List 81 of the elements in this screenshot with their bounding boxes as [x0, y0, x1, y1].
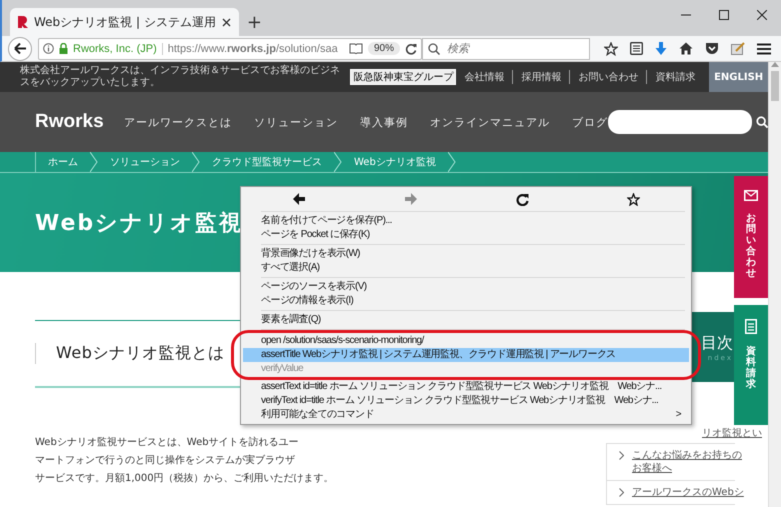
menu-item[interactable]: 利用可能な全てのコマンド >: [243, 408, 689, 422]
star-icon[interactable]: [627, 192, 640, 206]
search-icon: [428, 42, 440, 54]
menu-item[interactable]: すべて選択(A): [243, 261, 689, 275]
toc-link[interactable]: こんなお悩みをお持ちのお客様へ: [632, 449, 748, 475]
menu-item[interactable]: 要素を調査(Q): [243, 313, 689, 327]
nav-link[interactable]: ソリューション: [254, 114, 338, 130]
info-icon[interactable]: [43, 43, 54, 54]
chevron-icon: [192, 152, 200, 172]
search-field[interactable]: [608, 110, 752, 134]
browser-tab[interactable]: Webシナリオ監視 | システム運用: [10, 8, 239, 36]
toc-link[interactable]: リオ監視とい: [702, 426, 762, 440]
group-badge: 阪急阪神東宝グループ: [350, 69, 456, 85]
top-link[interactable]: お問い合わせ: [569, 70, 646, 84]
search-icon[interactable]: [756, 115, 768, 129]
chevron-icon: [619, 451, 624, 460]
star-icon[interactable]: [604, 42, 618, 56]
side-tab[interactable]: 資料請求: [734, 305, 768, 425]
menu-item[interactable]: ページの情報を表示(I): [243, 294, 689, 308]
paragraph-line: サービスです。月額1,000円（税抜）から、ご利用いただけます。: [35, 472, 335, 486]
reader-icon[interactable]: [348, 43, 363, 54]
paragraph-line: Webシナリオ監視サービスとは、Webサイトを訪れるユー: [35, 436, 300, 450]
maximize-icon[interactable]: [719, 10, 729, 20]
section-heading: Webシナリオ監視とは: [35, 343, 224, 364]
breadcrumb-link[interactable]: ホーム: [35, 152, 90, 172]
breadcrumb-link[interactable]: Webシナリオ監視: [342, 152, 448, 172]
favicon-icon: [18, 16, 28, 28]
menu-item[interactable]: ページを Pocket に保存(K): [243, 228, 689, 242]
menu-item[interactable]: assertTitle Webシナリオ監視 | システム運用監視、クラウド運用監視 | アールワークス: [243, 348, 689, 362]
menu-item[interactable]: open /solution/saas/s-scenario-monitoring/: [243, 334, 689, 348]
chevron-icon: [619, 488, 624, 497]
document-icon: [745, 319, 758, 334]
page-title: Webシナリオ監視: [35, 210, 244, 238]
chevron-icon: [90, 152, 98, 172]
menu-icon[interactable]: [757, 42, 771, 54]
url-text: https://www.rworks.jp/solution/saa: [168, 42, 338, 54]
nav-link[interactable]: ブログ: [572, 114, 608, 130]
home-icon[interactable]: [679, 42, 693, 55]
scrollbar[interactable]: [768, 62, 781, 507]
download-icon[interactable]: [655, 42, 667, 56]
close-icon[interactable]: [757, 10, 767, 20]
zoom-badge[interactable]: 90%: [368, 42, 400, 55]
top-link[interactable]: 会社情報: [456, 70, 512, 84]
chevron-icon: [334, 152, 342, 172]
toc-link[interactable]: アールワークスのWebシ: [632, 486, 748, 499]
nav-link[interactable]: 導入事例: [360, 114, 408, 130]
reload-icon[interactable]: [516, 192, 529, 206]
new-tab-button[interactable]: +: [238, 8, 270, 36]
envelope-icon: [744, 190, 758, 201]
paragraph-line: マートフォンで行うのと同じ操作をシステムが実ブラウザ: [35, 454, 296, 468]
back-icon[interactable]: [292, 193, 306, 205]
toc-title: 目次: [701, 332, 733, 354]
tagline: 株式会社アールワークスは、インフラ技術＆サービスでお客様のビジネスをバックアップいたします。: [20, 65, 341, 89]
lock-icon: [59, 43, 68, 54]
menu-item[interactable]: 背景画像だけを表示(W): [243, 247, 689, 261]
top-link[interactable]: 採用情報: [512, 70, 570, 84]
top-link[interactable]: 資料請求: [646, 70, 704, 84]
breadcrumb-link[interactable]: クラウド型監視サービス: [200, 152, 334, 172]
language-link[interactable]: ENGLISH: [709, 62, 768, 92]
note-icon[interactable]: [731, 42, 745, 55]
address-field[interactable]: Rworks, Inc. (JP) https://www.rworks.jp/solution/saa 90%: [38, 38, 422, 60]
submenu-arrow: >: [676, 408, 682, 422]
reading-list-icon[interactable]: [630, 42, 643, 55]
nav-link[interactable]: アールワークスとは: [124, 114, 232, 130]
site-identity[interactable]: Rworks, Inc. (JP): [73, 42, 163, 54]
menu-item[interactable]: ページのソースを表示(V): [243, 280, 689, 294]
search-field[interactable]: 検索: [422, 38, 590, 60]
side-tab[interactable]: お問い合わせ: [734, 176, 768, 298]
back-button[interactable]: [8, 36, 32, 60]
breadcrumb-link[interactable]: ソリューション: [98, 152, 192, 172]
pocket-icon[interactable]: [705, 42, 719, 55]
menu-item[interactable]: 名前を付けてページを保存(P)...: [243, 214, 689, 228]
reload-icon[interactable]: [405, 42, 417, 54]
nav-link[interactable]: オンラインマニュアル: [430, 114, 550, 130]
menu-item[interactable]: assertText id=title ホーム ソリューション クラウド型監視サービス Webシナリオ監視 Webシナ...: [243, 380, 689, 394]
scrollbar-thumb[interactable]: [771, 71, 779, 101]
menu-item[interactable]: verifyText id=title ホーム ソリューション クラウド型監視サービス Webシナリオ監視 Webシナ...: [243, 394, 689, 408]
chevron-icon: [448, 152, 456, 172]
close-icon[interactable]: [222, 18, 231, 26]
back-arrow-icon[interactable]: [14, 43, 26, 54]
logo[interactable]: Rworks: [35, 111, 124, 133]
